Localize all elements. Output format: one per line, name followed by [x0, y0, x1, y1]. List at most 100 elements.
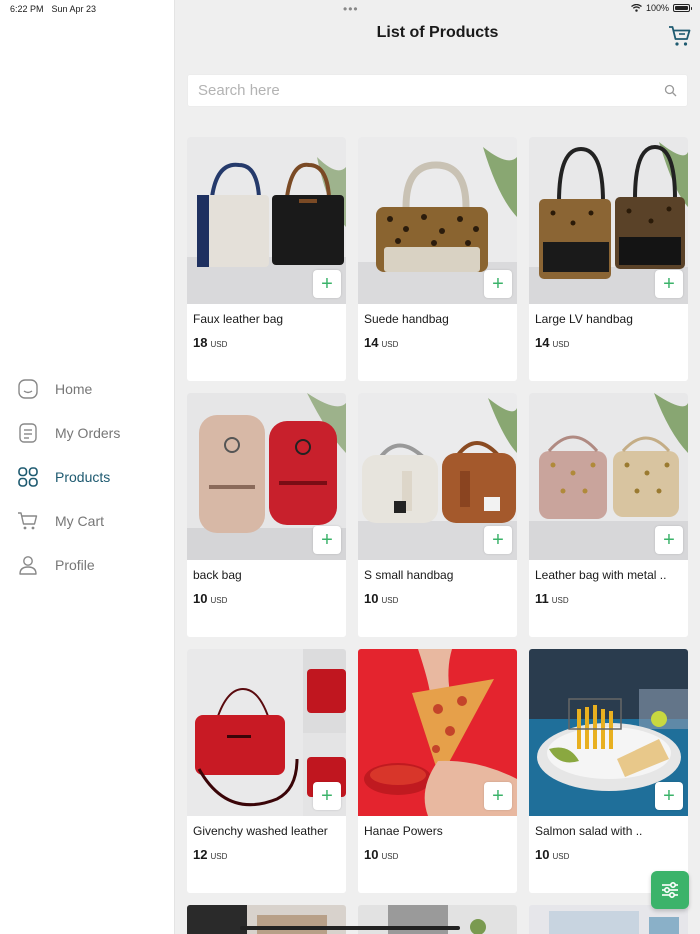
- product-image: +: [358, 137, 517, 304]
- price-currency: USD: [552, 852, 570, 861]
- add-to-cart-button[interactable]: +: [655, 526, 683, 554]
- price-value: 10: [193, 591, 208, 606]
- product-name: Hanae Powers: [364, 824, 443, 838]
- product-image: +: [187, 393, 346, 560]
- product-price: 18 USD: [187, 326, 346, 350]
- add-to-cart-button[interactable]: +: [655, 270, 683, 298]
- product-price: 10 USD: [187, 582, 346, 606]
- price-currency: USD: [381, 340, 399, 349]
- price-value: 11: [535, 591, 549, 606]
- sidebar-item-home[interactable]: Home: [0, 367, 175, 411]
- add-to-cart-button[interactable]: +: [484, 526, 512, 554]
- add-to-cart-button[interactable]: +: [313, 526, 341, 554]
- product-image: +: [529, 649, 688, 816]
- status-bar: 6:22 PM Sun Apr 23 ••• 100%: [0, 0, 700, 18]
- cart-icon: [669, 26, 691, 46]
- sidebar-nav: Home My Orders Products My Cart Profile: [0, 367, 175, 587]
- price-currency: USD: [381, 596, 399, 605]
- sidebar-item-label: My Cart: [55, 513, 104, 529]
- product-card[interactable]: + Suede handbag 14 USD: [358, 137, 517, 381]
- battery-icon: [673, 4, 692, 12]
- sidebar-item-label: My Orders: [55, 425, 121, 441]
- sidebar-item-products[interactable]: Products: [0, 455, 175, 499]
- price-value: 12: [193, 847, 208, 862]
- price-currency: USD: [210, 340, 228, 349]
- product-card[interactable]: + back bag 10 USD: [187, 393, 346, 637]
- sidebar-item-profile[interactable]: Profile: [0, 543, 175, 587]
- product-price: 14 USD: [529, 326, 688, 350]
- product-image-partial[interactable]: [529, 905, 688, 934]
- sidebar-item-label: Products: [55, 469, 111, 485]
- filter-button[interactable]: [651, 871, 689, 909]
- price-value: 10: [364, 847, 379, 862]
- product-name: back bag: [193, 568, 242, 582]
- cart-icon: [17, 510, 39, 532]
- product-price: 11 USD: [529, 582, 688, 606]
- wifi-icon: [631, 4, 642, 12]
- home-indicator[interactable]: [240, 926, 460, 930]
- sidebar-item-label: Home: [55, 381, 93, 397]
- product-card[interactable]: + S small handbag 10 USD: [358, 393, 517, 637]
- grid-icon: [17, 466, 39, 488]
- product-grid: + Faux leather bag 18 USD + Suede handba…: [187, 137, 689, 893]
- sidebar: Home My Orders Products My Cart Profile: [0, 0, 175, 934]
- product-card[interactable]: + Faux leather bag 18 USD: [187, 137, 346, 381]
- product-card[interactable]: + Salmon salad with .. 10 USD: [529, 649, 688, 893]
- product-name: S small handbag: [364, 568, 454, 582]
- status-date: Sun Apr 23: [51, 4, 97, 14]
- main-content: List of Products +: [175, 0, 700, 934]
- filter-sliders-icon: [662, 881, 678, 899]
- price-currency: USD: [210, 596, 228, 605]
- add-to-cart-button[interactable]: +: [313, 782, 341, 810]
- price-currency: USD: [552, 340, 570, 349]
- product-name: Salmon salad with ..: [535, 824, 643, 838]
- product-name: Givenchy washed leather: [193, 824, 328, 838]
- add-to-cart-button[interactable]: +: [484, 270, 512, 298]
- add-to-cart-button[interactable]: +: [655, 782, 683, 810]
- profile-icon: [17, 554, 39, 576]
- price-currency: USD: [210, 852, 228, 861]
- price-currency: USD: [381, 852, 399, 861]
- battery-percent: 100%: [645, 3, 669, 13]
- status-right: 100%: [631, 3, 692, 13]
- product-price: 10 USD: [358, 582, 517, 606]
- price-value: 14: [364, 335, 379, 350]
- product-image: +: [358, 393, 517, 560]
- search-input[interactable]: [198, 82, 664, 99]
- multitasking-dots[interactable]: •••: [343, 2, 359, 16]
- status-time: 6:22 PM: [10, 4, 44, 14]
- sidebar-item-my-orders[interactable]: My Orders: [0, 411, 175, 455]
- product-price: 12 USD: [187, 838, 346, 862]
- product-card[interactable]: + Givenchy washed leather 12 USD: [187, 649, 346, 893]
- add-to-cart-button[interactable]: +: [484, 782, 512, 810]
- cart-button[interactable]: [668, 24, 692, 48]
- product-price: 14 USD: [358, 326, 517, 350]
- price-value: 10: [364, 591, 379, 606]
- product-name: Large LV handbag: [535, 312, 633, 326]
- product-image: +: [529, 393, 688, 560]
- product-image: +: [187, 649, 346, 816]
- product-price: 10 USD: [529, 838, 688, 862]
- product-price: 10 USD: [358, 838, 517, 862]
- product-card[interactable]: + Leather bag with metal .. 11 USD: [529, 393, 688, 637]
- sidebar-item-label: Profile: [55, 557, 95, 573]
- product-image: +: [187, 137, 346, 304]
- page-title: List of Products: [376, 24, 499, 41]
- product-name: Faux leather bag: [193, 312, 284, 326]
- add-to-cart-button[interactable]: +: [313, 270, 341, 298]
- price-value: 10: [535, 847, 550, 862]
- orders-icon: [17, 422, 39, 444]
- sidebar-item-my-cart[interactable]: My Cart: [0, 499, 175, 543]
- price-value: 18: [193, 335, 208, 350]
- price-currency: USD: [551, 596, 569, 605]
- status-left: 6:22 PM Sun Apr 23: [10, 4, 96, 14]
- search-icon[interactable]: [664, 84, 677, 97]
- search-bar: [187, 74, 688, 107]
- product-name: Leather bag with metal ..: [535, 568, 667, 582]
- home-icon: [17, 378, 39, 400]
- price-value: 14: [535, 335, 550, 350]
- product-image: +: [358, 649, 517, 816]
- product-card[interactable]: + Hanae Powers 10 USD: [358, 649, 517, 893]
- product-card[interactable]: + Large LV handbag 14 USD: [529, 137, 688, 381]
- product-image: +: [529, 137, 688, 304]
